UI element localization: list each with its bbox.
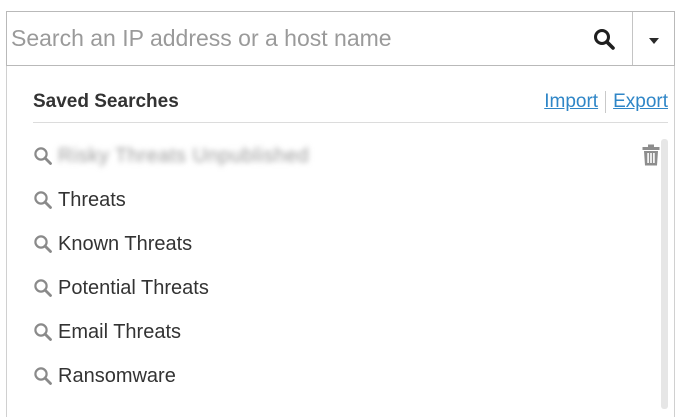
- export-link[interactable]: Export: [613, 91, 668, 113]
- magnifier-icon: [34, 147, 52, 165]
- saved-search-item[interactable]: Ransomware: [33, 354, 644, 398]
- saved-searches-header: Saved Searches Import Export: [33, 89, 668, 123]
- caret-down-icon: [648, 37, 659, 44]
- import-link[interactable]: Import: [544, 91, 598, 113]
- saved-search-item[interactable]: Email Threats: [33, 310, 644, 354]
- search-widget: Saved Searches Import Export Risky Threa…: [0, 0, 675, 417]
- magnifier-icon: [34, 279, 52, 297]
- link-divider: [605, 91, 607, 113]
- saved-searches-title: Saved Searches: [33, 91, 179, 112]
- saved-search-item[interactable]: Known Threats: [33, 222, 644, 266]
- magnifier-icon: [34, 367, 52, 385]
- saved-searches-list: Risky Threats Unpublished Threats Known …: [33, 134, 660, 398]
- search-input[interactable]: [7, 12, 576, 65]
- saved-search-item[interactable]: Risky Threats Unpublished: [33, 134, 660, 178]
- saved-search-label: Risky Threats Unpublished: [58, 144, 310, 167]
- saved-search-label: Known Threats: [58, 232, 193, 255]
- magnifier-icon: [594, 28, 615, 50]
- saved-search-label: Email Threats: [58, 320, 182, 343]
- magnifier-icon: [34, 235, 52, 253]
- search-bar: [6, 11, 675, 66]
- magnifier-icon: [34, 191, 52, 209]
- trash-icon[interactable]: [642, 144, 660, 166]
- saved-search-item[interactable]: Threats: [33, 178, 644, 222]
- list-scrollbar[interactable]: [661, 139, 668, 409]
- magnifier-icon: [34, 323, 52, 341]
- search-button[interactable]: [576, 12, 632, 65]
- saved-search-label: Threats: [58, 188, 126, 211]
- saved-search-item[interactable]: Potential Threats: [33, 266, 644, 310]
- saved-search-label: Ransomware: [58, 364, 176, 387]
- saved-searches-panel: Saved Searches Import Export Risky Threa…: [6, 66, 675, 417]
- saved-search-label: Potential Threats: [58, 276, 209, 299]
- dropdown-toggle-button[interactable]: [632, 12, 674, 65]
- header-links: Import Export: [544, 91, 668, 113]
